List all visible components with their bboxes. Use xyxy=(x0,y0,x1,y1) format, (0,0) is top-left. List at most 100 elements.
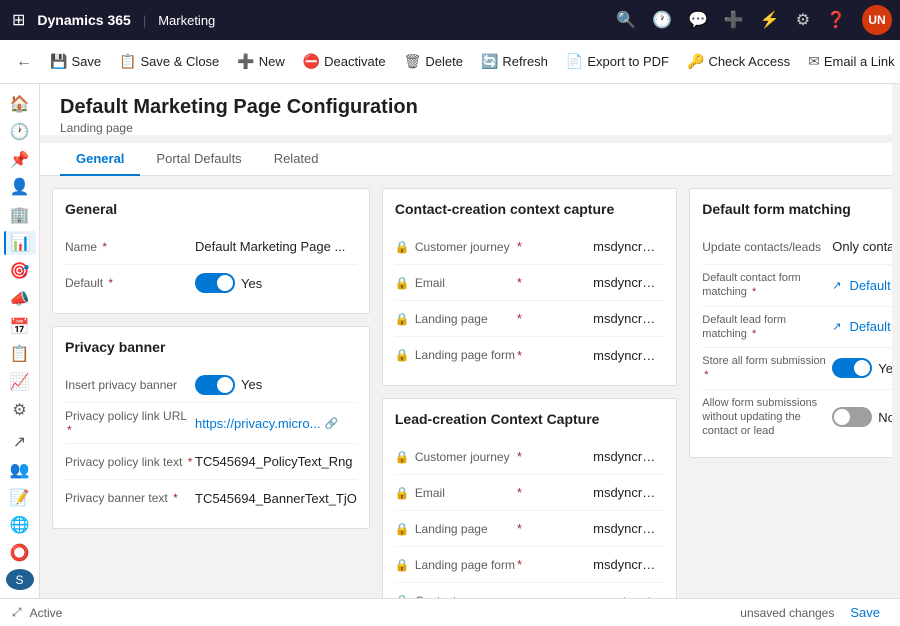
form-content: General Name * Default Marketing Page ..… xyxy=(40,176,892,598)
page-header: Default Marketing Page Configuration Lan… xyxy=(40,84,892,135)
search-icon[interactable]: 🔍 xyxy=(616,10,636,30)
lc-journey-row: 🔒 Customer journey * msdyncrm_customerjo… xyxy=(395,439,664,475)
default-toggle-track[interactable] xyxy=(195,273,235,293)
store-form-thumb xyxy=(854,360,870,376)
privacy-link-text-row: Privacy policy link text * TC545694_Poli… xyxy=(65,444,357,480)
sidebar-icon-campaigns[interactable]: 📣 xyxy=(4,287,36,311)
lc-journey-value[interactable]: msdyncrm_customerjo... xyxy=(593,449,664,464)
user-avatar[interactable]: UN xyxy=(862,5,892,35)
default-toggle[interactable]: Yes xyxy=(195,273,262,293)
cc-journey-row: 🔒 Customer journey * msdyncrm_customerjo… xyxy=(395,229,664,265)
contact-creation-title: Contact-creation context capture xyxy=(395,201,664,217)
name-row: Name * Default Marketing Page ... xyxy=(65,229,357,265)
delete-button[interactable]: 🗑 Delete xyxy=(396,47,471,76)
store-form-label: Store all form submission * xyxy=(702,354,832,383)
status-save-button[interactable]: Save xyxy=(842,603,888,622)
grid-icon[interactable]: ⊞ xyxy=(8,6,29,34)
sidebar-icon-home[interactable]: 🏠 xyxy=(4,92,36,116)
sidebar-icon-recent[interactable]: 🕐 xyxy=(4,120,36,144)
sidebar-icon-pin[interactable]: 📌 xyxy=(4,148,36,172)
plus-icon[interactable]: ➕ xyxy=(724,10,744,30)
default-required: * xyxy=(108,276,113,290)
privacy-link-text-value[interactable]: TC545694_PolicyText_Rng xyxy=(195,454,357,469)
store-form-toggle-track[interactable] xyxy=(832,358,872,378)
allow-form-toggle-track[interactable] xyxy=(832,407,872,427)
privacy-card: Privacy banner Insert privacy banner Yes xyxy=(52,326,370,529)
sidebar-icon-events[interactable]: 📅 xyxy=(4,315,36,339)
sidebar-icon-accounts[interactable]: 🏢 xyxy=(4,203,36,227)
nav-separator: | xyxy=(143,13,146,28)
store-form-toggle[interactable]: Yes xyxy=(832,358,892,378)
lock-icon-8: 🔒 xyxy=(395,558,409,572)
sidebar-icon-settings2[interactable]: ⚙ xyxy=(4,398,36,422)
cc-form-value[interactable]: msdyncrm_marketingf... xyxy=(593,348,664,363)
new-button[interactable]: ➕ New xyxy=(229,47,292,76)
default-contact-form-value: ↗ Default contact mat... xyxy=(832,278,892,293)
sidebar-icon-marketing[interactable]: 📊 xyxy=(4,231,36,255)
lc-email-value[interactable]: msdyncrm_emailid xyxy=(593,485,664,500)
lock-icon-5: 🔒 xyxy=(395,450,409,464)
export-pdf-button[interactable]: 📄 Export to PDF xyxy=(558,47,677,76)
allow-form-toggle[interactable]: No xyxy=(832,407,892,427)
cc-email-value[interactable]: msdyncrm_emailid xyxy=(593,275,664,290)
insert-privacy-toggle[interactable]: Yes xyxy=(195,375,262,395)
content-area: Default Marketing Page Configuration Lan… xyxy=(40,84,892,598)
filter-icon[interactable]: ⚡ xyxy=(760,10,780,30)
lock-icon-2: 🔒 xyxy=(395,276,409,290)
store-form-toggle-label: Yes xyxy=(878,361,892,376)
lc-form-value[interactable]: msdyncrm_marketingf... xyxy=(593,557,664,572)
help-icon[interactable]: ❓ xyxy=(826,10,846,30)
cc-email-row: 🔒 Email * msdyncrm_emailid xyxy=(395,265,664,301)
privacy-link-text-required: * xyxy=(188,455,193,469)
name-value[interactable]: Default Marketing Page ... xyxy=(195,239,357,254)
sf-required: * xyxy=(704,369,708,381)
insert-privacy-toggle-track[interactable] xyxy=(195,375,235,395)
privacy-banner-text-value[interactable]: TC545694_BannerText_TjO xyxy=(195,491,357,506)
nav-left: ⊞ Dynamics 365 | Marketing xyxy=(8,6,215,34)
email-link-button[interactable]: ✉ Email a Link xyxy=(800,47,900,76)
update-contacts-value: Only contacts xyxy=(832,239,892,254)
sidebar-icon-list[interactable]: 📝 xyxy=(4,486,36,510)
sidebar-icon-globe[interactable]: 🌐 xyxy=(4,513,36,537)
dlf-required: * xyxy=(752,328,756,340)
clock-icon[interactable]: 🕐 xyxy=(652,10,672,30)
top-nav: ⊞ Dynamics 365 | Marketing 🔍 🕐 💬 ➕ ⚡ ⚙ ❓… xyxy=(0,0,900,40)
deactivate-button[interactable]: ⛔ Deactivate xyxy=(295,47,394,76)
check-access-button[interactable]: 🔑 Check Access xyxy=(679,47,798,76)
tab-portal[interactable]: Portal Defaults xyxy=(140,143,257,176)
sidebar-icon-user-circle[interactable]: S xyxy=(6,569,34,590)
expand-icon[interactable]: ⤢ xyxy=(12,605,22,620)
save-button[interactable]: 💾 Save xyxy=(42,47,109,76)
nav-right: 🔍 🕐 💬 ➕ ⚡ ⚙ ❓ UN xyxy=(616,5,892,35)
sidebar-icon-reports[interactable]: 📈 xyxy=(4,370,36,394)
cc-journey-value[interactable]: msdyncrm_customerjo... xyxy=(593,239,664,254)
save-close-button[interactable]: 📋 Save & Close xyxy=(111,47,227,76)
lc-landing-value[interactable]: msdyncrm_marketingp... xyxy=(593,521,664,536)
insert-privacy-thumb xyxy=(217,377,233,393)
allow-form-label: Allow form submissions without updating … xyxy=(702,396,832,439)
sidebar-icon-circle[interactable]: ⭕ xyxy=(4,541,36,565)
sidebar-icon-arrow[interactable]: ↗ xyxy=(4,430,36,454)
refresh-button[interactable]: 🔄 Refresh xyxy=(473,47,556,76)
sidebar-icon-forms[interactable]: 📋 xyxy=(4,342,36,366)
save-close-icon: 📋 xyxy=(119,53,136,70)
cc-landing-value[interactable]: msdyncrm_marketingp... xyxy=(593,311,664,326)
sidebar-icon-people[interactable]: 👥 xyxy=(4,458,36,482)
sidebar-icon-leads[interactable]: 🎯 xyxy=(4,259,36,283)
tab-related[interactable]: Related xyxy=(258,143,335,176)
back-button[interactable]: ← xyxy=(8,49,40,75)
default-form-card: Default form matching Update contacts/le… xyxy=(689,188,892,458)
update-contacts-row: Update contacts/leads Only contacts xyxy=(702,229,892,265)
bell-icon[interactable]: 💬 xyxy=(688,10,708,30)
save-icon: 💾 xyxy=(50,53,67,70)
default-contact-form-link[interactable]: Default contact mat... xyxy=(849,278,892,293)
privacy-banner-text-row: Privacy banner text * TC545694_BannerTex… xyxy=(65,480,357,516)
default-lead-form-link[interactable]: Default lead matchi... xyxy=(849,319,892,334)
unsaved-changes-text: unsaved changes xyxy=(740,606,834,620)
allow-form-row: Allow form submissions without updating … xyxy=(702,390,892,445)
privacy-card-title: Privacy banner xyxy=(65,339,357,355)
sidebar-icon-contacts[interactable]: 👤 xyxy=(4,175,36,199)
settings-icon[interactable]: ⚙ xyxy=(796,10,810,30)
ext-link-icon-2: ↗ xyxy=(832,320,841,333)
tab-general[interactable]: General xyxy=(60,143,140,176)
